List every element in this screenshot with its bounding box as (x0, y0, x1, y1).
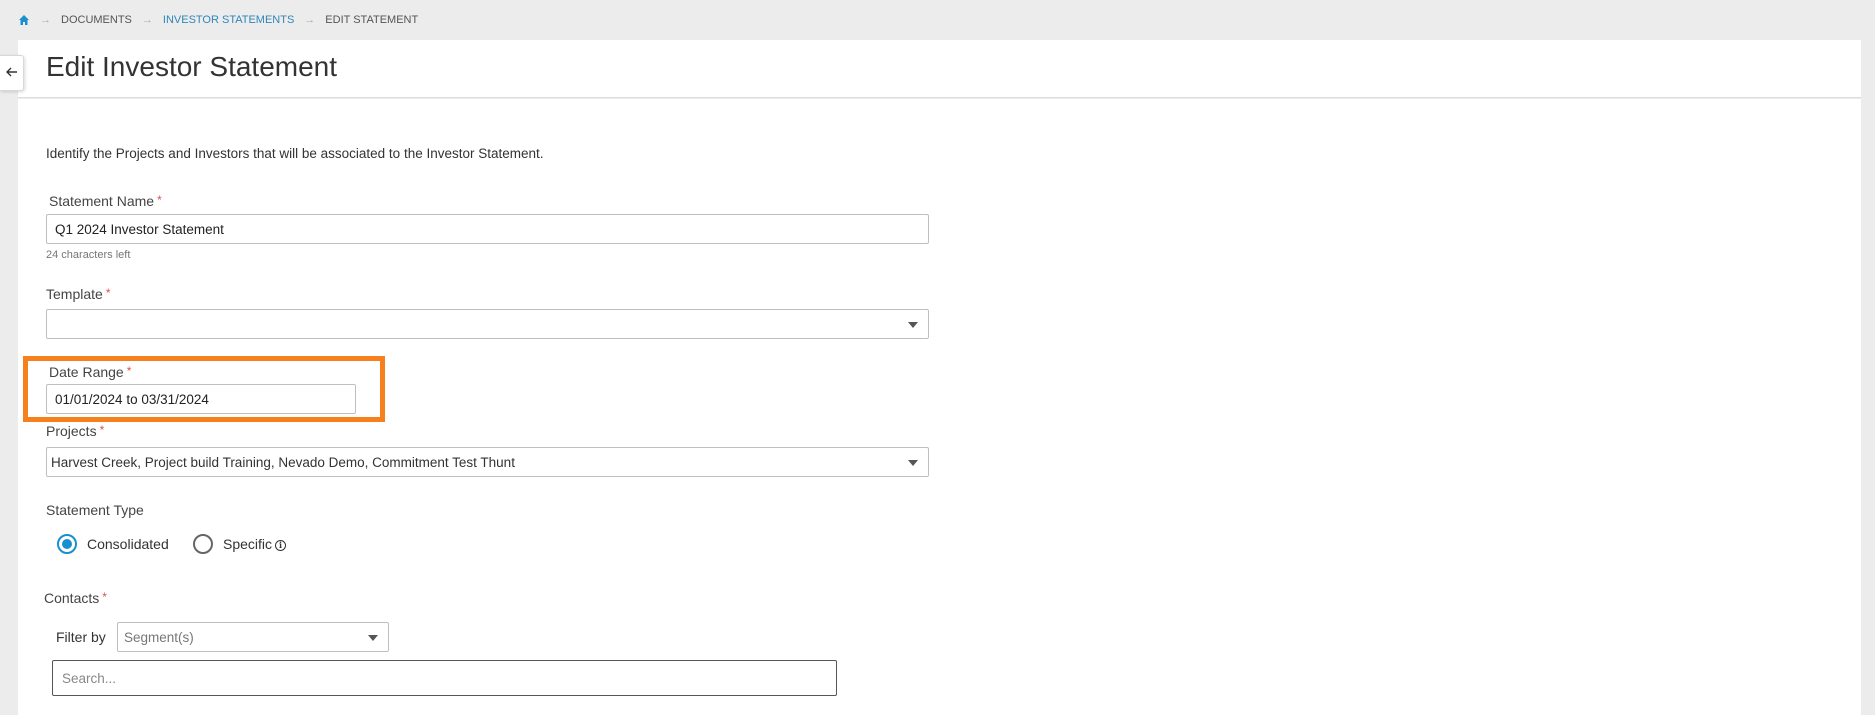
breadcrumb-separator-icon: → (304, 14, 316, 26)
home-icon[interactable] (18, 14, 30, 26)
breadcrumb-edit-statement: EDIT STATEMENT (325, 14, 419, 26)
radio-consolidated-label: Consolidated (87, 536, 169, 552)
characters-left-hint: 24 characters left (46, 249, 131, 261)
contacts-label: Contacts * (44, 590, 107, 606)
form-card: Identify the Projects and Investors that… (18, 99, 1861, 715)
statement-type-label: Statement Type (46, 502, 144, 518)
form-intro: Identify the Projects and Investors that… (46, 146, 544, 161)
chevron-down-icon (908, 322, 918, 328)
radio-specific[interactable]: Specific i (193, 534, 287, 554)
required-marker: * (99, 423, 105, 437)
chevron-down-icon (368, 635, 378, 641)
template-label: Template * (46, 286, 110, 302)
template-label-text: Template (46, 286, 103, 302)
projects-value: Harvest Creek, Project build Training, N… (51, 454, 515, 470)
required-marker: * (105, 286, 111, 300)
breadcrumb-separator-icon: → (141, 14, 153, 26)
info-icon[interactable]: i (275, 539, 287, 551)
required-marker: * (126, 364, 132, 378)
date-range-input[interactable]: 01/01/2024 to 03/31/2024 (46, 384, 356, 414)
arrow-left-icon (5, 64, 18, 82)
statement-name-value: Q1 2024 Investor Statement (55, 221, 224, 237)
breadcrumb-documents[interactable]: DOCUMENTS (61, 14, 132, 26)
required-marker: * (157, 193, 162, 207)
date-range-value: 01/01/2024 to 03/31/2024 (55, 391, 209, 407)
radio-specific-indicator[interactable] (193, 534, 213, 554)
radio-consolidated[interactable]: Consolidated (57, 534, 169, 554)
radio-specific-label: Specific (223, 536, 273, 552)
filter-by-label: Filter by (56, 629, 106, 645)
radio-consolidated-indicator[interactable] (57, 534, 77, 554)
required-marker: * (102, 590, 107, 604)
contacts-search-input[interactable]: Search... (52, 660, 837, 696)
date-range-label: Date Range * (49, 364, 131, 380)
contacts-label-text: Contacts (44, 590, 100, 606)
statement-name-label: Statement Name * (49, 193, 162, 209)
chevron-down-icon (908, 460, 918, 466)
date-range-label-text: Date Range (49, 364, 124, 380)
projects-label-text: Projects (46, 423, 97, 439)
page-title: Edit Investor Statement (46, 51, 338, 82)
template-select[interactable] (46, 309, 929, 339)
breadcrumb-separator-icon: → (40, 14, 51, 26)
statement-name-input[interactable]: Q1 2024 Investor Statement (46, 214, 929, 244)
breadcrumb: → DOCUMENTS → INVESTOR STATEMENTS → EDIT… (18, 12, 418, 28)
contacts-search-placeholder: Search... (62, 670, 117, 686)
projects-select[interactable]: Harvest Creek, Project build Training, N… (46, 447, 929, 477)
statement-name-label-text: Statement Name (49, 193, 155, 209)
breadcrumb-investor-statements[interactable]: INVESTOR STATEMENTS (163, 14, 294, 26)
projects-label: Projects * (46, 423, 104, 439)
page-header: Edit Investor Statement (18, 40, 1861, 98)
segment-filter-placeholder: Segment(s) (124, 629, 194, 645)
radio-specific-label-wrap: Specific i (223, 536, 287, 552)
segment-filter-select[interactable]: Segment(s) (117, 622, 389, 652)
back-button[interactable] (0, 55, 24, 91)
